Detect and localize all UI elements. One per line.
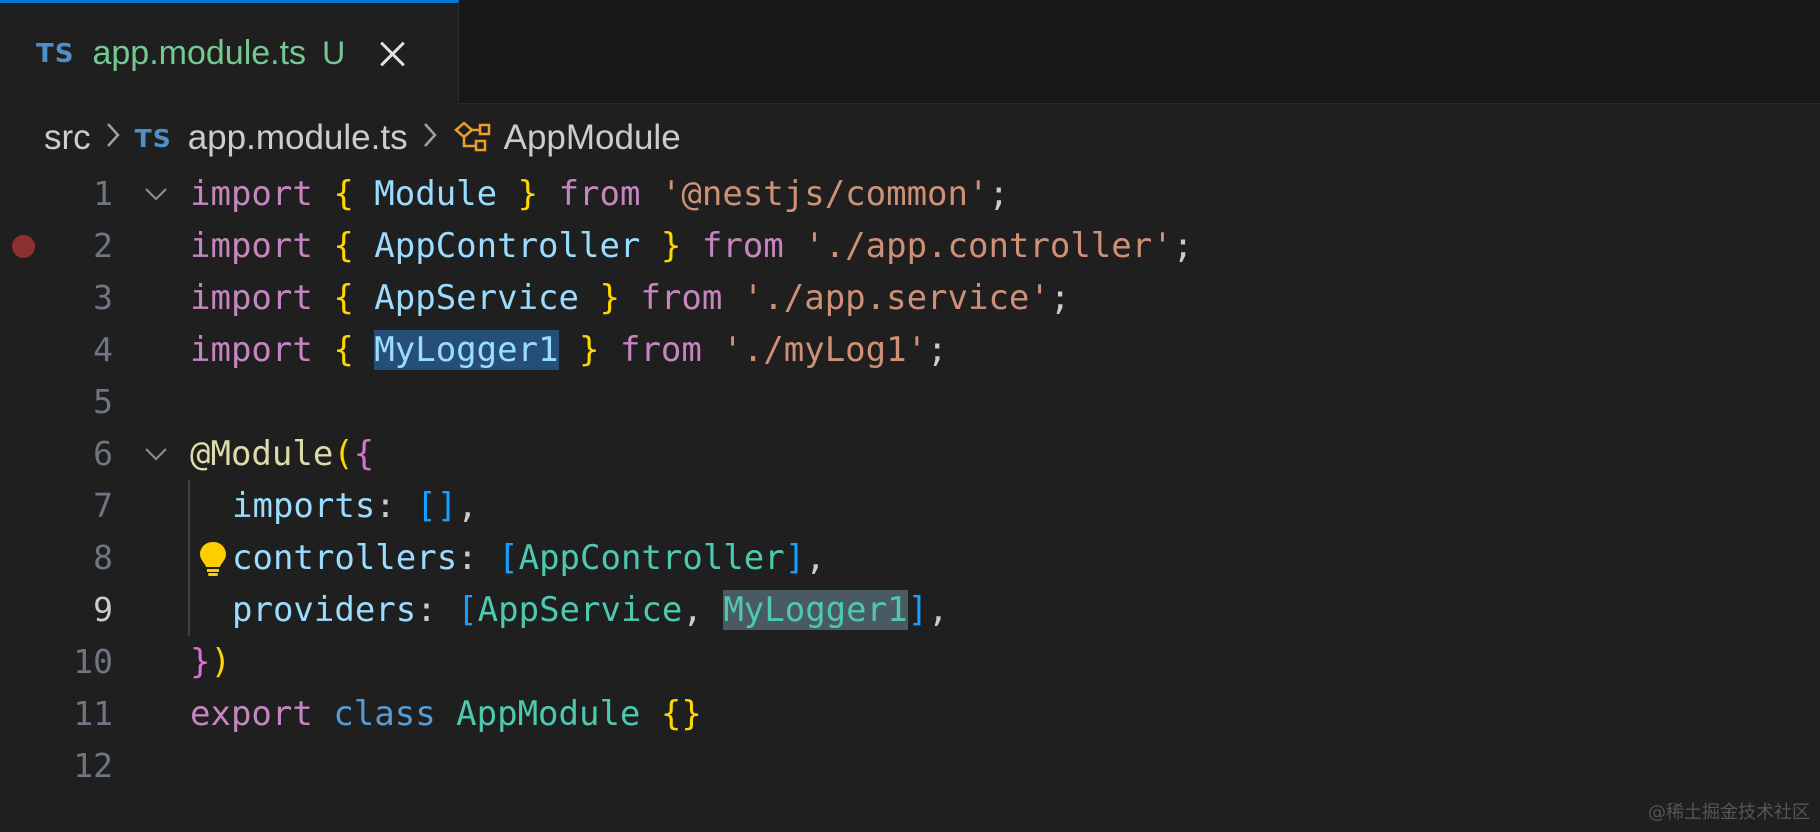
git-status-badge: U [322, 35, 346, 71]
tab-app-module[interactable]: TS app.module.ts U [0, 0, 459, 104]
line-number: 12 [73, 746, 113, 785]
code-line[interactable]: 7 imports: [], [0, 480, 1820, 532]
code-line[interactable]: 10 }) [0, 636, 1820, 688]
line-number: 4 [93, 330, 113, 369]
line-number: 6 [93, 434, 113, 473]
code-text: import { AppService } from './app.servic… [190, 278, 1071, 318]
code-text: }) [190, 642, 231, 682]
code-text: providers: [AppService, MyLogger1], [232, 590, 949, 630]
breadcrumb-symbol[interactable]: AppModule [504, 118, 681, 158]
code-line[interactable]: 4 import { MyLogger1 } from './myLog1'; [0, 324, 1820, 376]
line-number: 10 [73, 642, 113, 681]
code-line[interactable]: 8 controllers: [AppController], [0, 532, 1820, 584]
selected-text: MyLogger1 [374, 330, 559, 370]
tab-bar: TS app.module.ts U [0, 0, 1820, 104]
line-number: 11 [73, 694, 113, 733]
code-text: import { MyLogger1 } from './myLog1'; [190, 330, 948, 370]
code-text: @Module({ [190, 434, 375, 474]
code-line[interactable]: 6 @Module({ [0, 428, 1820, 480]
breadcrumb: src TS app.module.ts AppModule [44, 112, 681, 164]
code-text: import { Module } from '@nestjs/common'; [190, 174, 1009, 214]
breakpoint-icon[interactable] [12, 235, 35, 258]
code-text: import { AppController } from './app.con… [190, 226, 1194, 266]
code-text: controllers: [AppController], [232, 538, 826, 578]
breadcrumb-folder[interactable]: src [44, 118, 91, 158]
code-line[interactable]: 3 import { AppService } from './app.serv… [0, 272, 1820, 324]
fold-chevron-icon[interactable] [142, 440, 170, 468]
code-line-active[interactable]: 9 providers: [AppService, MyLogger1], [0, 584, 1820, 636]
line-number: 8 [93, 538, 113, 577]
line-number: 2 [93, 226, 113, 265]
line-number: 7 [93, 486, 113, 525]
lightbulb-icon[interactable] [196, 540, 230, 578]
fold-chevron-icon[interactable] [142, 180, 170, 208]
line-number: 3 [93, 278, 113, 317]
typescript-file-icon: TS [134, 123, 172, 153]
chevron-right-icon [422, 120, 438, 157]
code-text: imports: [], [232, 486, 478, 526]
line-number: 9 [93, 590, 113, 629]
editor-window: TS app.module.ts U src TS app.module.ts … [0, 0, 1820, 832]
code-line[interactable]: 1 import { Module } from '@nestjs/common… [0, 168, 1820, 220]
breadcrumb-file[interactable]: app.module.ts [188, 118, 408, 158]
code-line[interactable]: 11 export class AppModule {} [0, 688, 1820, 740]
class-symbol-icon [452, 120, 492, 156]
typescript-file-icon: TS [36, 38, 75, 69]
code-text: export class AppModule {} [190, 694, 702, 734]
close-icon[interactable] [379, 41, 405, 67]
line-number: 5 [93, 382, 113, 421]
code-line[interactable]: 2 import { AppController } from './app.c… [0, 220, 1820, 272]
chevron-right-icon [105, 120, 121, 157]
code-line[interactable]: 5 [0, 376, 1820, 428]
word-highlight: MyLogger1 [723, 590, 908, 630]
line-number: 1 [93, 174, 113, 213]
code-line[interactable]: 12 [0, 740, 1820, 792]
tab-filename: app.module.ts [92, 34, 307, 72]
watermark: @稀土掘金技术社区 [1648, 802, 1810, 823]
code-editor[interactable]: 1 import { Module } from '@nestjs/common… [0, 168, 1820, 785]
